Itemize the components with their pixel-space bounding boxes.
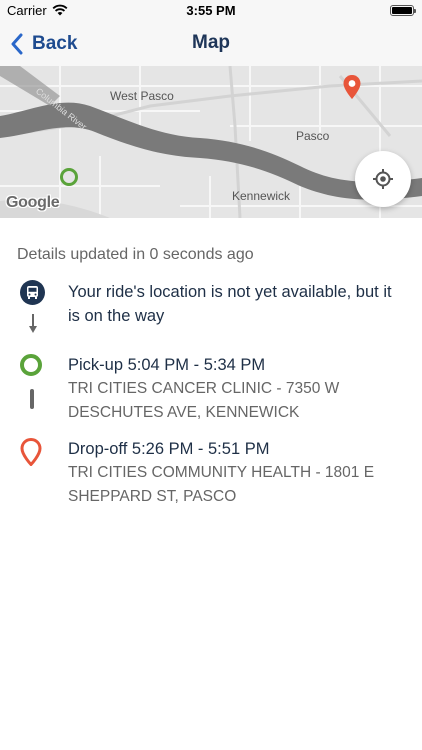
navigation-bar: Back Map <box>0 22 422 66</box>
dropoff-pin-icon <box>20 438 42 466</box>
map-label-pasco: Pasco <box>296 129 330 143</box>
google-logo: Google <box>6 194 60 211</box>
dropoff-marker-icon[interactable] <box>342 74 362 100</box>
dropoff-address: TRI CITIES COMMUNITY HEALTH - 1801 E SHE… <box>68 464 375 505</box>
pickup-circle-icon <box>20 354 42 376</box>
map-label-west-pasco: West Pasco <box>110 89 174 103</box>
crosshair-icon <box>373 169 393 189</box>
pickup-time-window: Pick-up 5:04 PM - 5:34 PM <box>68 356 266 374</box>
bus-icon <box>20 280 45 305</box>
status-bar: Carrier 3:55 PM <box>0 0 422 22</box>
map-view[interactable]: West Pasco Pasco Kennewick Columbia Rive… <box>0 66 422 218</box>
map-label-kennewick: Kennewick <box>232 189 291 203</box>
status-time: 3:55 PM <box>186 3 236 18</box>
pickup-address: TRI CITIES CANCER CLINIC - 7350 W DESCHU… <box>68 380 340 421</box>
my-location-button[interactable] <box>355 151 411 207</box>
page-title: Map <box>192 32 230 53</box>
pickup-marker-icon[interactable] <box>60 168 78 186</box>
route-connector <box>30 389 34 409</box>
updated-status-text: Details updated in 0 seconds ago <box>17 246 254 263</box>
battery-icon <box>390 5 416 16</box>
dropoff-time-window: Drop-off 5:26 PM - 5:51 PM <box>68 440 270 458</box>
arrow-down-icon <box>29 314 37 333</box>
vehicle-status-text: Your ride's location is not yet availabl… <box>68 283 392 325</box>
